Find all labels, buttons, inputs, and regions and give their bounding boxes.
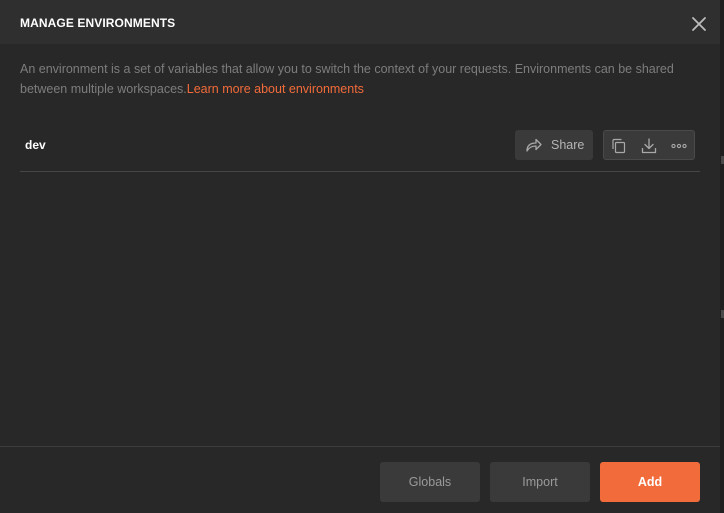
environment-name[interactable]: dev <box>25 138 46 152</box>
modal-description: An environment is a set of variables tha… <box>20 60 700 99</box>
manage-environments-modal: MANAGE ENVIRONMENTS An environment is a … <box>0 0 720 513</box>
close-icon <box>692 17 706 31</box>
add-button[interactable]: Add <box>600 462 700 502</box>
close-button[interactable] <box>688 13 710 35</box>
download-icon <box>641 138 657 154</box>
duplicate-icon <box>612 138 626 154</box>
download-button[interactable] <box>640 137 658 155</box>
modal-title: MANAGE ENVIRONMENTS <box>20 16 176 30</box>
footer-divider <box>0 446 720 447</box>
share-label: Share <box>551 138 585 152</box>
globals-button[interactable]: Globals <box>380 462 480 502</box>
share-button[interactable]: Share <box>515 130 593 160</box>
environment-actions-group <box>603 130 695 160</box>
learn-more-link[interactable]: Learn more about environments <box>187 82 364 96</box>
duplicate-button[interactable] <box>610 137 628 155</box>
import-button[interactable]: Import <box>490 462 590 502</box>
share-arrow-icon <box>526 138 542 152</box>
more-options-button[interactable] <box>670 137 688 155</box>
modal-header: MANAGE ENVIRONMENTS <box>0 0 720 44</box>
more-options-icon <box>671 143 687 149</box>
environment-row[interactable]: dev Share <box>20 124 700 172</box>
background-window-edge <box>720 0 724 513</box>
